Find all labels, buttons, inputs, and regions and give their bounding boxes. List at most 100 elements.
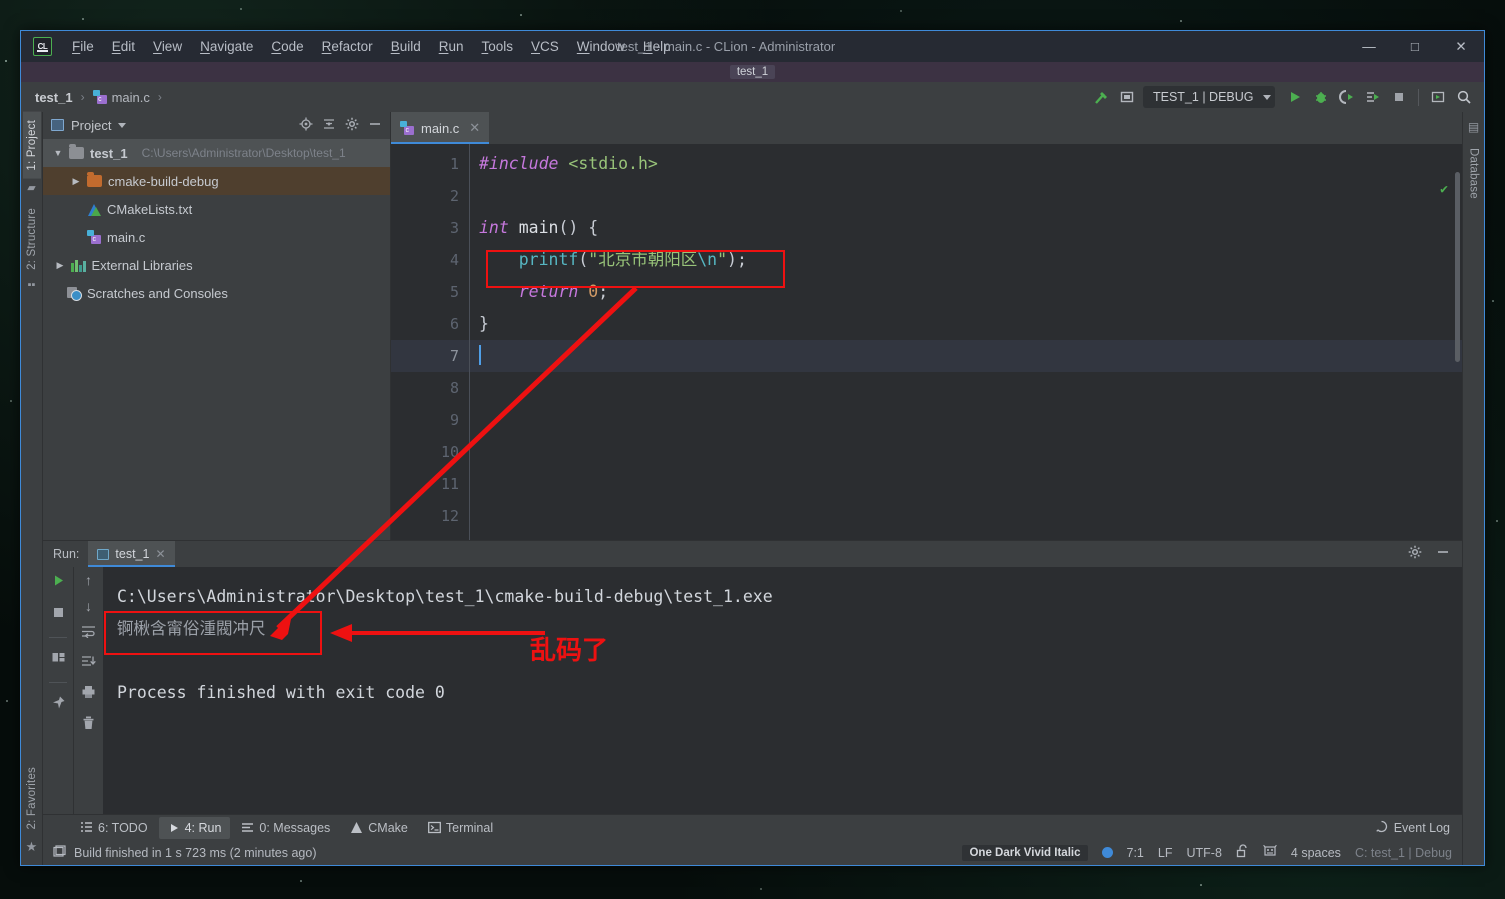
tree-node-scratches[interactable]: Scratches and Consoles (43, 279, 390, 307)
menu-item-edit[interactable]: Edit (103, 36, 144, 57)
maximize-button[interactable]: □ (1392, 31, 1438, 62)
menu-item-view[interactable]: View (144, 36, 191, 57)
tool-button-terminal[interactable]: Terminal (419, 817, 502, 839)
close-button[interactable]: ✕ (1438, 31, 1484, 62)
tree-node-cmake-build-debug[interactable]: ▶ cmake-build-debug (43, 167, 390, 195)
update-button[interactable] (1426, 85, 1450, 109)
tree-node-cmakelists[interactable]: CMakeLists.txt (43, 195, 390, 223)
tree-node-external-libraries[interactable]: ▶ External Libraries (43, 251, 390, 279)
menu-item-navigate[interactable]: Navigate (191, 36, 262, 57)
stop-icon[interactable] (51, 605, 66, 625)
menu-bar: CL File Edit View Navigate Code Refactor… (21, 31, 1484, 62)
code-token-lparen: ( (578, 250, 589, 269)
tool-button-run[interactable]: 4: Run (158, 816, 231, 839)
stop-button[interactable] (1387, 85, 1411, 109)
color-scheme-label[interactable]: One Dark Vivid Italic (962, 844, 1088, 861)
scroll-to-end-icon[interactable] (81, 655, 96, 673)
project-tool-window: Project ▼ test_1 C:\Users\Administrator\… (43, 112, 391, 540)
code-token-header: <stdio.h> (568, 154, 658, 173)
expand-arrow-icon[interactable]: ▶ (71, 176, 81, 187)
pin-icon[interactable] (51, 695, 66, 715)
tool-button-label: Terminal (445, 820, 494, 835)
project-chip[interactable]: test_1 (729, 65, 776, 79)
settings-gear-icon[interactable] (345, 117, 359, 134)
line-number: 1 (449, 155, 459, 173)
build-hammer-icon[interactable] (1089, 85, 1113, 109)
sidebar-item-database[interactable]: Database (1465, 140, 1483, 207)
sidebar-item-project[interactable]: 1: Project (22, 112, 41, 179)
run-tab-test_1[interactable]: test_1 ✕ (88, 541, 175, 567)
collapse-all-icon[interactable] (322, 117, 336, 134)
code-line-4: printf("北京市朝阳区\n"); (469, 244, 1462, 276)
editor-gutter[interactable]: 1 2 3 4 5 6 7 8 9 10 11 12 (391, 144, 469, 540)
editor-scrollbar[interactable] (1453, 144, 1462, 540)
hide-icon[interactable] (1436, 545, 1450, 564)
breadcrumb-file[interactable]: main.c (112, 90, 150, 105)
expand-arrow-icon[interactable]: ▼ (53, 148, 63, 158)
project-window-icon (51, 119, 64, 131)
layout-icon[interactable] (51, 650, 66, 670)
menu-item-run[interactable]: Run (430, 36, 473, 57)
caret-position[interactable]: 7:1 (1127, 846, 1144, 860)
menu-item-code[interactable]: Code (262, 36, 312, 57)
editor-canvas[interactable]: 1 2 3 4 5 6 7 8 9 10 11 12 #include <std… (391, 144, 1462, 540)
event-log-label[interactable]: Event Log (1394, 821, 1450, 835)
tab-main-c[interactable]: c main.c ✕ (391, 112, 490, 144)
scheme-color-dot (1101, 847, 1113, 858)
hide-icon[interactable] (368, 117, 382, 134)
file-encoding[interactable]: UTF-8 (1186, 846, 1221, 860)
menu-item-file[interactable]: File (63, 36, 103, 57)
up-arrow-icon[interactable]: ↑ (85, 573, 92, 587)
search-everywhere-icon[interactable] (1452, 85, 1476, 109)
toolchain-label[interactable]: C: test_1 | Debug (1355, 846, 1452, 860)
settings-gear-icon[interactable] (1408, 545, 1422, 564)
inspection-ok-icon[interactable]: ✔ (1440, 182, 1448, 197)
soft-wrap-icon[interactable] (81, 625, 96, 643)
profile-button[interactable] (1361, 85, 1385, 109)
run-configuration-selector[interactable]: TEST_1 | DEBUG (1143, 86, 1275, 108)
chevron-down-icon (1263, 94, 1271, 100)
c-file-icon: c (400, 121, 414, 135)
code-token-paren: () { (558, 218, 599, 237)
tool-button-messages[interactable]: 0: Messages (232, 817, 339, 839)
tree-node-main-c[interactable]: c main.c (43, 223, 390, 251)
run-button[interactable] (1283, 85, 1307, 109)
menu-item-tools[interactable]: Tools (473, 36, 523, 57)
git-branch-icon[interactable] (1263, 844, 1277, 861)
rerun-icon[interactable] (51, 573, 66, 593)
tool-button-cmake[interactable]: CMake (341, 817, 417, 839)
run-with-coverage-button[interactable] (1335, 85, 1359, 109)
clion-logo-icon: CL (33, 37, 52, 56)
print-icon[interactable] (81, 685, 96, 704)
debug-button[interactable] (1309, 85, 1333, 109)
chevron-down-icon[interactable] (118, 122, 127, 128)
expand-arrow-icon[interactable]: ▶ (55, 260, 65, 271)
menu-item-build[interactable]: Build (382, 36, 430, 57)
code-text[interactable]: #include <stdio.h> int main() { printf("… (469, 144, 1462, 540)
sidebar-item-favorites[interactable]: 2: Favorites (23, 759, 41, 837)
console-output[interactable]: C:\Users\Administrator\Desktop\test_1\cm… (103, 567, 1462, 814)
code-line-5: return 0; (469, 276, 1462, 308)
unlocked-icon[interactable] (1236, 844, 1249, 861)
indent-setting[interactable]: 4 spaces (1291, 846, 1341, 860)
menu-item-vcs[interactable]: VCS (522, 36, 568, 57)
tree-label: External Libraries (91, 257, 193, 273)
tree-node-test_1[interactable]: ▼ test_1 C:\Users\Administrator\Desktop\… (43, 139, 390, 167)
sidebar-item-structure[interactable]: 2: Structure (23, 200, 41, 278)
minimize-button[interactable]: — (1346, 31, 1392, 62)
select-target-icon[interactable] (1115, 85, 1139, 109)
code-token-main: main (518, 218, 559, 237)
locate-icon[interactable] (299, 117, 313, 134)
upper-area: Project ▼ test_1 C:\Users\Administrator\… (43, 112, 1462, 540)
clear-all-icon[interactable] (81, 716, 96, 735)
close-icon[interactable]: ✕ (469, 120, 480, 136)
close-icon[interactable]: ✕ (155, 547, 165, 561)
tool-button-todo[interactable]: 6: TODO (71, 817, 157, 839)
code-token-zero: 0 (588, 282, 599, 301)
line-separator[interactable]: LF (1158, 846, 1173, 860)
down-arrow-icon[interactable]: ↓ (85, 599, 92, 613)
breadcrumb-project[interactable]: test_1 (35, 90, 73, 105)
menu-item-refactor[interactable]: Refactor (313, 36, 382, 57)
